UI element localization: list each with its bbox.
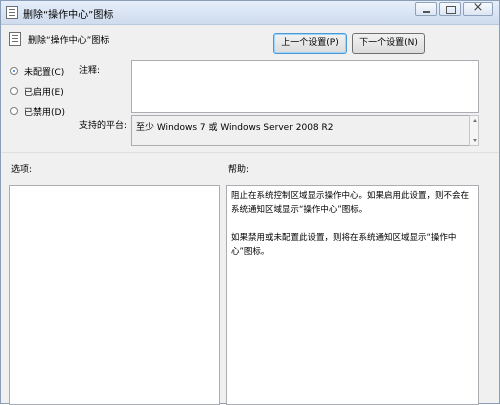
radio-label: 已启用(E) [24,88,64,98]
setting-icon [9,32,21,46]
help-paragraph: 如果禁用或未配置此设置，则将在系统通知区域显示“操作中心”图标。 [231,233,457,257]
supported-platform-box: 至少 Windows 7 或 Windows Server 2008 R2 [131,115,479,146]
options-label: 选项: [11,165,33,175]
maximize-button[interactable] [439,2,461,16]
platform-scrollbar[interactable] [469,115,479,146]
supported-platform-label: 支持的平台: [79,121,128,131]
minimize-button[interactable] [415,2,437,16]
radio-enabled[interactable]: 已启用(E) [10,85,100,99]
comment-textarea[interactable] [131,60,479,113]
window-controls [415,2,493,16]
policy-setting-window: 删除“操作中心”图标 删除“操作中心”图标 上一个设置(P) 下一个设置(N) … [0,0,500,405]
section-divider [1,152,499,153]
options-pane [9,185,220,405]
help-paragraph: 阻止在系统控制区域显示操作中心。如果启用此设置，则不会在系统通知区域显示“操作中… [231,191,470,215]
close-button[interactable] [463,2,493,16]
comment-label: 注释: [79,66,101,76]
radio-button[interactable] [10,67,18,75]
help-label: 帮助: [228,165,250,175]
previous-setting-button[interactable]: 上一个设置(P) [273,33,347,54]
window-title: 删除“操作中心”图标 [23,10,114,21]
radio-button[interactable] [10,107,18,115]
radio-label: 已禁用(D) [24,108,65,118]
radio-disabled[interactable]: 已禁用(D) [10,105,100,119]
radio-button[interactable] [10,87,18,95]
supported-platform-value: 至少 Windows 7 或 Windows Server 2008 R2 [136,123,334,133]
radio-label: 未配置(C) [24,68,65,78]
next-setting-button[interactable]: 下一个设置(N) [352,33,425,54]
policy-document-icon [6,6,18,19]
title-bar: 删除“操作中心”图标 [1,1,499,25]
help-pane: 阻止在系统控制区域显示操作中心。如果启用此设置，则不会在系统通知区域显示“操作中… [226,185,479,405]
setting-name: 删除“操作中心”图标 [28,36,110,46]
